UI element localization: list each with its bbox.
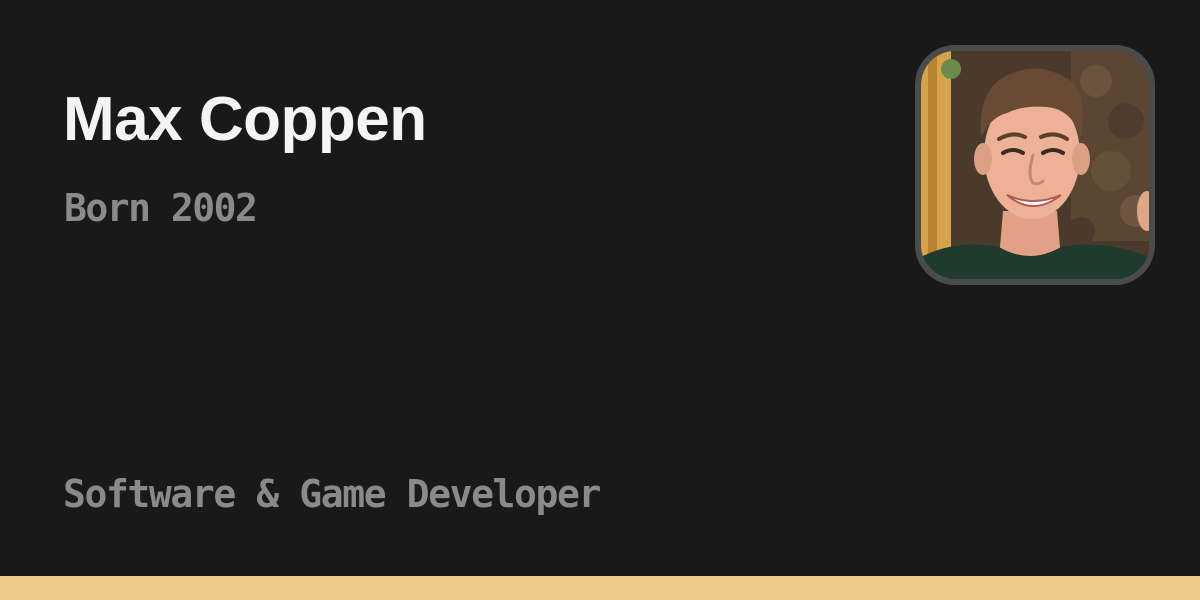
profile-role: Software & Game Developer: [63, 472, 601, 516]
profile-card: Max Coppen Born 2002 Software & Game Dev…: [0, 0, 1200, 600]
birth-year: Born 2002: [64, 186, 258, 230]
accent-bar: [0, 576, 1200, 600]
profile-name: Max Coppen: [63, 85, 427, 154]
avatar: [915, 45, 1155, 285]
portrait-photo-icon: [921, 51, 1149, 279]
